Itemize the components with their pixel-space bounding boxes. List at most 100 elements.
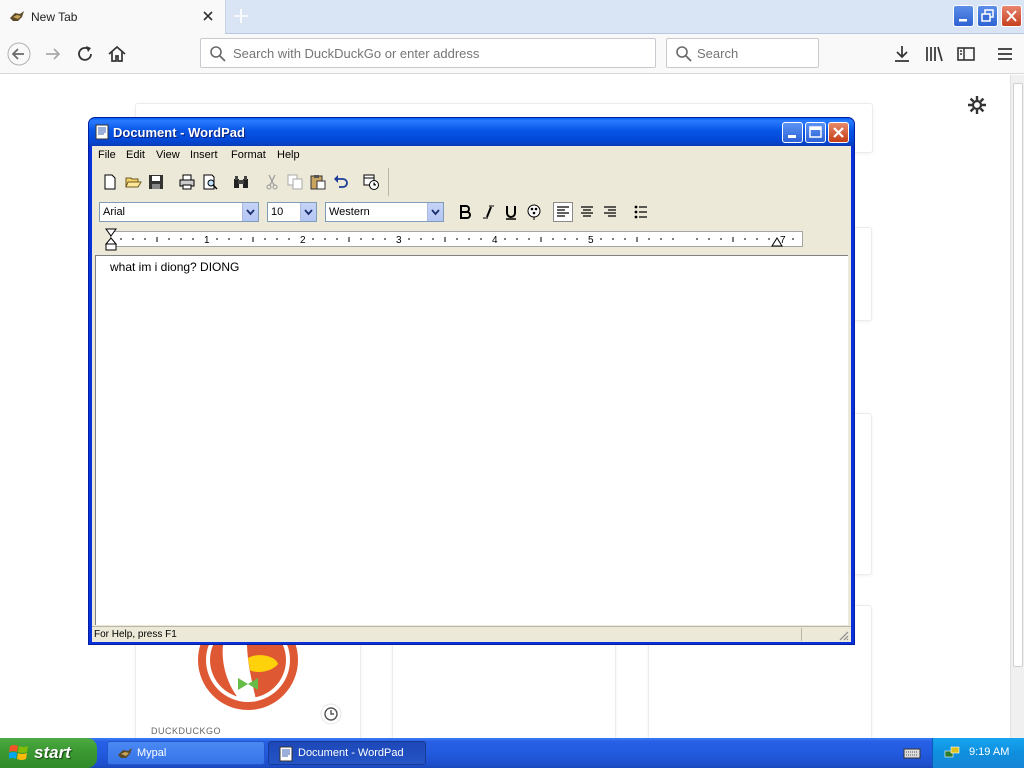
wordpad-minimize-button[interactable] <box>782 122 803 143</box>
taskbar: start Mypal Document - WordPad 9:19 AM <box>0 738 1024 768</box>
keyboard-icon[interactable] <box>903 745 921 761</box>
wordpad-window: Document - WordPad File Edit View Insert… <box>88 117 855 645</box>
right-indent-marker-icon[interactable] <box>771 236 783 248</box>
top-site-label: DUCKDUCKGO <box>151 726 222 736</box>
ruler-mark: 1 <box>204 235 210 246</box>
italic-icon[interactable] <box>478 202 498 222</box>
browser-minimize-button[interactable] <box>953 5 974 27</box>
network-icon[interactable] <box>944 745 960 761</box>
menu-file[interactable]: File <box>98 149 116 161</box>
document-text[interactable]: what im i diong? DIONG <box>110 260 239 274</box>
hamburger-menu-icon[interactable] <box>993 42 1017 66</box>
bold-icon[interactable] <box>455 202 475 222</box>
sidebar-icon[interactable] <box>954 42 978 66</box>
status-text: For Help, press F1 <box>94 629 177 640</box>
ruler[interactable]: 1 2 3 4 5 7 <box>95 228 848 252</box>
tab-new-tab[interactable]: New Tab <box>0 0 226 34</box>
save-icon[interactable] <box>147 173 165 191</box>
print-icon[interactable] <box>178 173 196 191</box>
browser-restore-button[interactable] <box>977 5 998 27</box>
page-scrollbar[interactable] <box>1010 75 1024 738</box>
standard-toolbar <box>95 168 389 196</box>
duckduckgo-logo-icon <box>198 644 298 710</box>
align-center-icon[interactable] <box>577 202 597 222</box>
ruler-ticks <box>120 237 794 242</box>
copy-icon[interactable] <box>286 173 304 191</box>
print-preview-icon[interactable] <box>201 173 219 191</box>
minimize-icon <box>788 135 796 138</box>
font-script-value: Western <box>329 206 370 218</box>
ruler-mark: 2 <box>300 235 306 246</box>
reload-icon[interactable] <box>73 42 97 66</box>
url-input[interactable] <box>233 44 643 62</box>
align-right-icon[interactable] <box>600 202 620 222</box>
home-icon[interactable] <box>105 42 129 66</box>
tab-close-icon[interactable] <box>200 8 216 24</box>
new-document-icon[interactable] <box>101 173 119 191</box>
windows-logo-icon <box>9 745 28 760</box>
wordpad-title-bar[interactable]: Document - WordPad <box>89 118 854 146</box>
document-editor[interactable]: what im i diong? DIONG <box>95 255 848 625</box>
chevron-down-icon[interactable] <box>427 203 443 221</box>
clock-time[interactable]: 9:19 AM <box>969 746 1009 758</box>
taskbar-item-mypal[interactable]: Mypal <box>107 741 265 765</box>
menu-bar: File Edit View Insert Format Help <box>92 146 851 166</box>
undo-icon[interactable] <box>332 173 350 191</box>
insert-datetime-icon[interactable] <box>362 173 380 191</box>
underline-icon[interactable] <box>501 202 521 222</box>
menu-help[interactable]: Help <box>277 149 300 161</box>
format-toolbar: Arial 10 Western <box>95 197 660 225</box>
text-color-icon[interactable] <box>524 202 544 222</box>
font-size-value: 10 <box>271 206 284 218</box>
back-arrow-icon[interactable] <box>7 42 31 66</box>
system-tray: 9:19 AM <box>932 738 1024 768</box>
menu-edit[interactable]: Edit <box>126 149 145 161</box>
left-indent-marker-icon[interactable] <box>105 228 117 252</box>
close-icon <box>1006 10 1017 22</box>
maximize-icon <box>809 126 822 138</box>
align-left-button[interactable] <box>553 202 573 222</box>
status-panel <box>801 628 831 641</box>
forward-arrow-icon[interactable] <box>41 42 65 66</box>
wordpad-window-title: Document - WordPad <box>113 125 245 140</box>
url-bar[interactable] <box>200 38 656 68</box>
clock-icon[interactable] <box>320 703 342 725</box>
close-icon <box>833 127 844 138</box>
font-size-select[interactable]: 10 <box>267 202 317 222</box>
download-icon[interactable] <box>890 42 914 66</box>
menu-view[interactable]: View <box>156 149 180 161</box>
search-bar[interactable] <box>666 38 819 68</box>
section-card <box>852 227 872 321</box>
open-folder-icon[interactable] <box>124 173 142 191</box>
paste-icon[interactable] <box>309 173 327 191</box>
font-script-select[interactable]: Western <box>325 202 444 222</box>
find-binoculars-icon[interactable] <box>232 173 250 191</box>
chevron-down-icon[interactable] <box>242 203 258 221</box>
taskbar-item-label: Document - WordPad <box>298 747 404 759</box>
start-button[interactable]: start <box>0 738 97 768</box>
ruler-mark: 5 <box>588 235 594 246</box>
font-name-select[interactable]: Arial <box>99 202 259 222</box>
search-input[interactable] <box>697 44 812 62</box>
wordpad-maximize-button[interactable] <box>805 122 826 143</box>
mypal-logo-icon <box>118 748 132 758</box>
new-tab-plus-icon[interactable] <box>231 6 251 26</box>
menu-insert[interactable]: Insert <box>190 149 218 161</box>
scrollbar-thumb[interactable] <box>1013 83 1023 667</box>
desktop-screen: New Tab Search with DuckDuckGo or enter … <box>0 0 1024 768</box>
gear-icon[interactable] <box>966 94 988 116</box>
library-icon[interactable] <box>922 42 946 66</box>
wordpad-close-button[interactable] <box>828 122 849 143</box>
wordpad-app-icon <box>95 124 109 140</box>
font-name-value: Arial <box>103 206 126 218</box>
chevron-down-icon[interactable] <box>300 203 316 221</box>
wordpad-client-area: File Edit View Insert Format Help Arial … <box>92 146 851 642</box>
cut-icon[interactable] <box>263 173 281 191</box>
taskbar-item-wordpad[interactable]: Document - WordPad <box>268 741 426 765</box>
bullets-icon[interactable] <box>631 202 651 222</box>
browser-close-button[interactable] <box>1001 5 1022 27</box>
menu-format[interactable]: Format <box>231 149 266 161</box>
section-card <box>852 413 872 575</box>
ruler-mark: 4 <box>492 235 498 246</box>
resize-grip-icon[interactable] <box>837 629 849 641</box>
